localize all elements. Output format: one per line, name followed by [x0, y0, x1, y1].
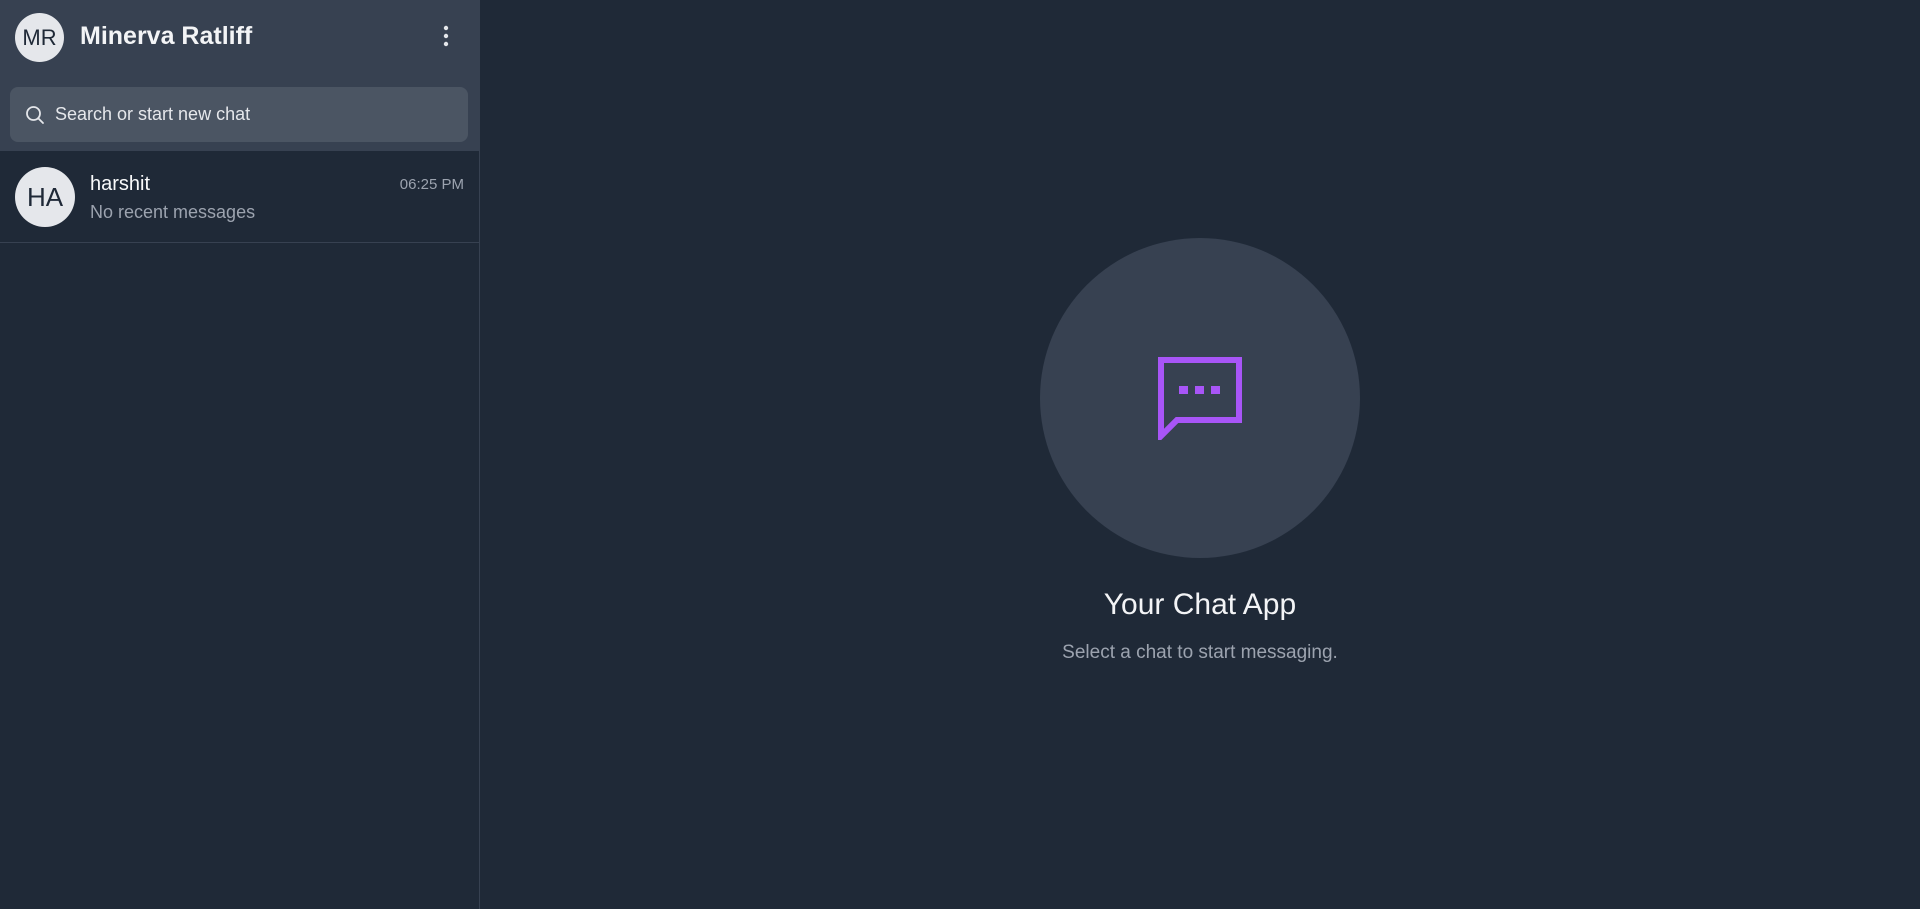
sidebar: MR Minerva Ratliff HA [0, 0, 480, 909]
empty-state-title: Your Chat App [1103, 588, 1297, 621]
search-box[interactable] [10, 87, 468, 142]
empty-state-subtitle: Select a chat to start messaging. [1062, 642, 1338, 663]
search-input[interactable] [55, 104, 455, 125]
chat-timestamp: 06:25 PM [399, 176, 464, 193]
empty-state-circle [1040, 238, 1360, 558]
chat-avatar: HA [15, 167, 75, 227]
sidebar-header: MR Minerva Ratliff [0, 0, 479, 151]
chat-list-item[interactable]: HA harshit 06:25 PM No recent messages [0, 151, 479, 243]
main-panel: Your Chat App Select a chat to start mes… [480, 0, 1920, 909]
chat-app: MR Minerva Ratliff HA [0, 0, 1920, 909]
message-bubble-icon [1158, 357, 1242, 440]
search-icon [25, 104, 47, 126]
profile-avatar[interactable]: MR [15, 13, 64, 62]
chat-name: harshit [90, 173, 151, 195]
more-vertical-icon [443, 25, 449, 47]
chat-preview: No recent messages [90, 202, 256, 222]
menu-button[interactable] [432, 20, 460, 52]
profile-name: Minerva Ratliff [80, 22, 253, 50]
